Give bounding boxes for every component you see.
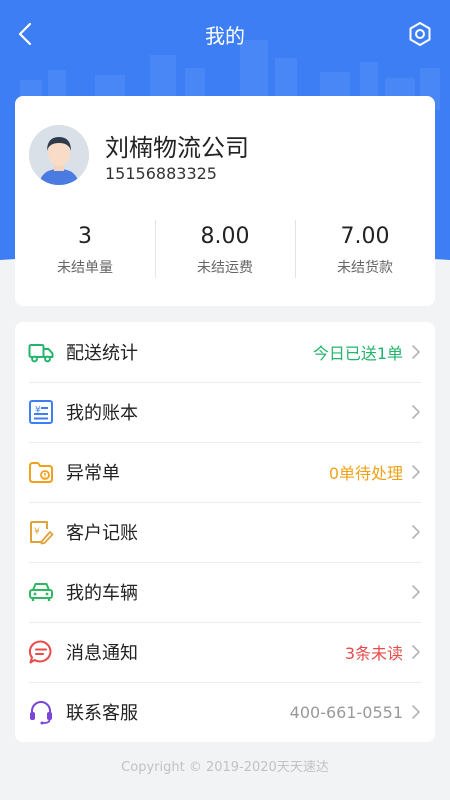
menu-item-label: 消息通知 xyxy=(66,643,138,664)
menu-item-value: 400-661-0551 xyxy=(289,702,403,722)
stat-unsettled-orders[interactable]: 3 未结单量 xyxy=(15,214,155,284)
company-name: 刘楠物流公司 xyxy=(105,134,249,162)
menu-list: 配送统计 今日已送1单 ¥ 我的账本 异常单 0单待处理 ¥ 客户记账 我的车辆… xyxy=(15,322,435,742)
chevron-right-icon xyxy=(412,585,420,599)
menu-item-label: 我的车辆 xyxy=(66,583,138,604)
stat-label: 未结单量 xyxy=(57,260,113,276)
menu-item-exception-orders[interactable]: 异常单 0单待处理 xyxy=(15,442,435,502)
stat-value: 3 xyxy=(78,224,92,249)
settings-hexagon-icon xyxy=(409,22,431,46)
menu-item-label: 异常单 xyxy=(66,463,120,484)
customer-service-icon xyxy=(30,701,52,725)
chevron-right-icon xyxy=(412,345,420,359)
top-nav-bar: 我的 xyxy=(0,0,450,66)
message-icon xyxy=(28,640,52,664)
menu-item-notifications[interactable]: 消息通知 3条未读 xyxy=(15,622,435,682)
svg-text:¥: ¥ xyxy=(34,527,40,537)
profile-card: 刘楠物流公司 15156883325 3 未结单量 8.00 未结运费 7.00… xyxy=(15,96,435,306)
page-title: 我的 xyxy=(205,24,245,48)
menu-item-label: 联系客服 xyxy=(66,703,138,724)
vehicle-icon xyxy=(29,583,53,601)
menu-item-delivery-stats[interactable]: 配送统计 今日已送1单 xyxy=(15,322,435,382)
delivery-truck-icon xyxy=(28,344,54,363)
menu-item-my-ledger[interactable]: ¥ 我的账本 xyxy=(15,382,435,442)
settings-button[interactable] xyxy=(404,18,436,50)
stat-value: 8.00 xyxy=(200,224,250,249)
menu-item-customer-service[interactable]: 联系客服 400-661-0551 xyxy=(15,682,435,742)
chevron-right-icon xyxy=(412,525,420,539)
menu-item-value: 0单待处理 xyxy=(328,464,403,483)
phone-number: 15156883325 xyxy=(105,164,217,183)
menu-item-label: 配送统计 xyxy=(66,343,138,364)
menu-item-label: 客户记账 xyxy=(66,523,138,544)
exception-order-icon xyxy=(29,462,53,483)
menu-item-value: 3条未读 xyxy=(344,644,403,663)
stat-label: 未结货款 xyxy=(337,260,393,276)
menu-item-label: 我的账本 xyxy=(66,403,138,424)
chevron-right-icon xyxy=(412,465,420,479)
chevron-right-icon xyxy=(412,405,420,419)
stats-row: 3 未结单量 8.00 未结运费 7.00 未结货款 xyxy=(15,214,435,284)
stat-unsettled-freight[interactable]: 8.00 未结运费 xyxy=(155,214,295,284)
stat-label: 未结运费 xyxy=(197,260,253,276)
stat-unsettled-payment[interactable]: 7.00 未结货款 xyxy=(295,214,435,284)
copyright-footer: Copyright © 2019-2020天天速达 xyxy=(121,760,329,775)
menu-item-my-vehicles[interactable]: 我的车辆 xyxy=(15,562,435,622)
stat-value: 7.00 xyxy=(340,224,390,249)
menu-item-customer-bookkeeping[interactable]: ¥ 客户记账 xyxy=(15,502,435,562)
chevron-right-icon xyxy=(412,645,420,659)
user-avatar-icon xyxy=(29,125,89,185)
avatar[interactable] xyxy=(29,125,89,185)
menu-item-value: 今日已送1单 xyxy=(312,344,403,363)
ledger-icon: ¥ xyxy=(29,400,53,424)
chevron-right-icon xyxy=(412,705,420,719)
customer-bookkeeping-icon: ¥ xyxy=(30,521,54,545)
